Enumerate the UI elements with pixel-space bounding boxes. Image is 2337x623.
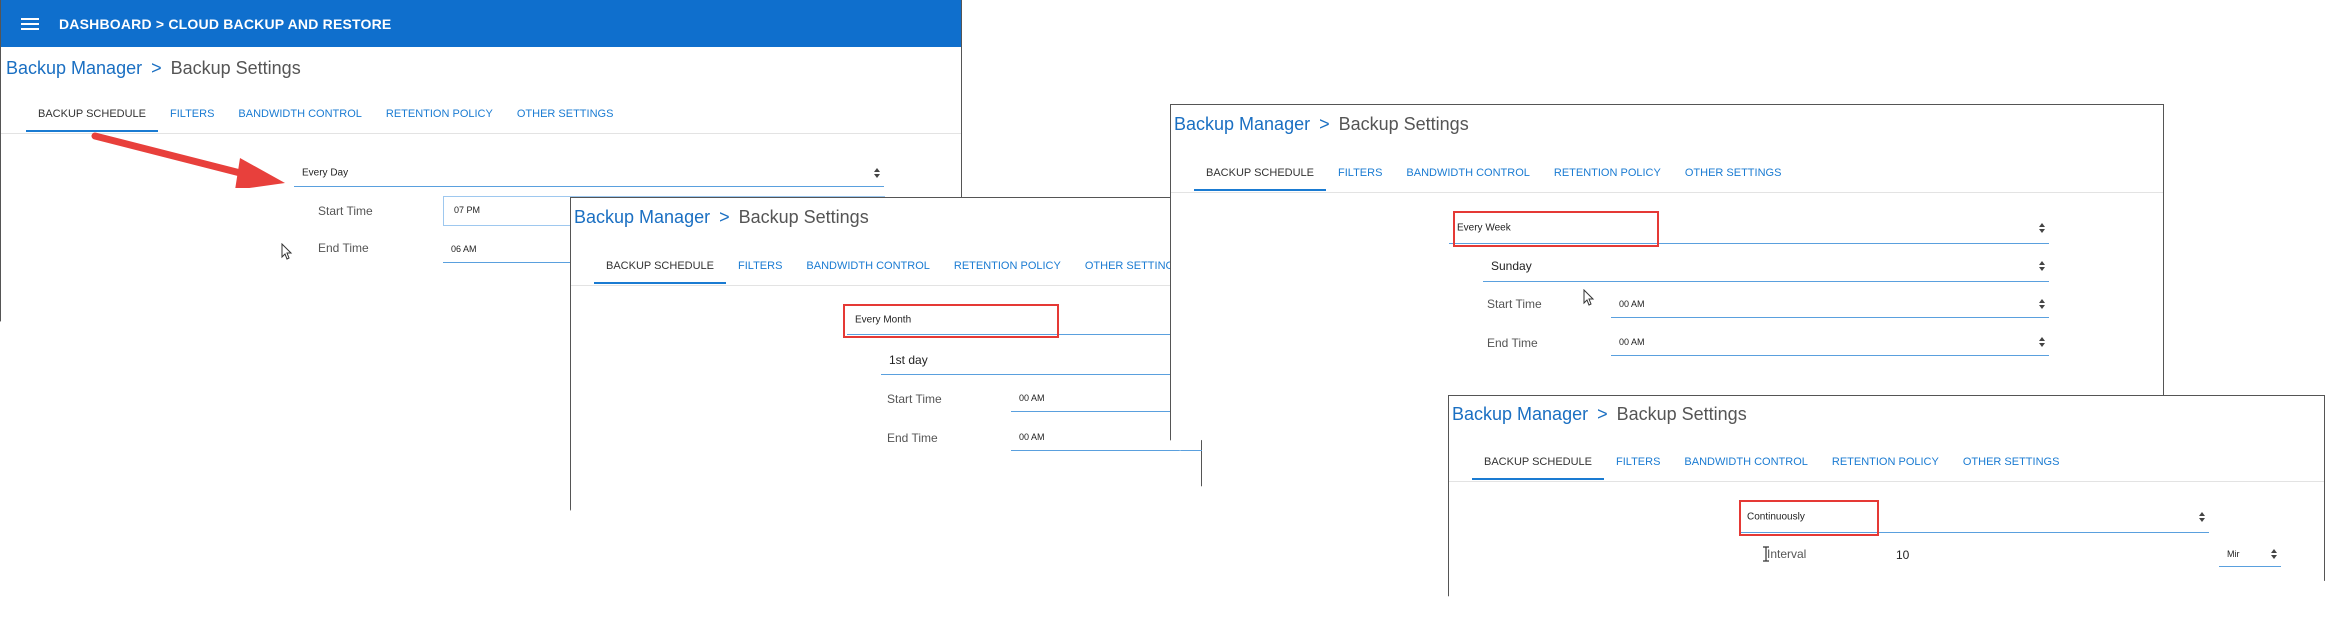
start-time-label: Start Time (887, 392, 942, 406)
breadcrumb-backup-manager[interactable]: Backup Manager (6, 58, 142, 78)
select-caret-icon (874, 168, 880, 178)
end-time-select[interactable]: 00 AM (1611, 329, 2049, 356)
breadcrumb-backup-manager[interactable]: Backup Manager (1174, 114, 1310, 134)
breadcrumb-separator: > (151, 58, 162, 78)
tab-backup-schedule[interactable]: BACKUP SCHEDULE (594, 254, 726, 284)
breadcrumb: Backup Manager > Backup Settings (6, 58, 301, 79)
tab-retention-policy[interactable]: RETENTION POLICY (1542, 161, 1673, 191)
panel-continuously: Backup Manager > Backup Settings BACKUP SC… (1448, 395, 2325, 611)
tab-other-settings[interactable]: OTHER SETTINGS (1673, 161, 1794, 191)
frequency-select[interactable]: Every Day (294, 160, 884, 187)
tab-retention-policy[interactable]: RETENTION POLICY (1820, 450, 1951, 480)
hamburger-icon[interactable] (21, 15, 39, 33)
mouse-cursor-icon (281, 243, 293, 260)
tab-filters[interactable]: FILTERS (1604, 450, 1672, 480)
breadcrumb: Backup Manager > Backup Settings (1174, 114, 1469, 135)
select-caret-icon (2039, 299, 2045, 309)
day-select[interactable]: Sunday (1483, 251, 2049, 282)
frequency-highlight (1453, 211, 1659, 247)
breadcrumb-separator: > (1319, 114, 1330, 134)
breadcrumb-backup-settings: Backup Settings (1616, 404, 1747, 424)
breadcrumb-backup-settings: Backup Settings (738, 207, 869, 227)
start-time-label: Start Time (318, 204, 373, 218)
tab-bandwidth-control[interactable]: BANDWIDTH CONTROL (1394, 161, 1541, 191)
tab-filters[interactable]: FILTERS (1326, 161, 1394, 191)
frequency-highlight (1739, 500, 1879, 536)
select-caret-icon (2271, 549, 2277, 559)
select-caret-icon (2039, 261, 2045, 271)
interval-label: Interval (1767, 547, 1807, 561)
start-time-label: Start Time (1487, 297, 1542, 311)
select-caret-icon (2039, 337, 2045, 347)
tabs-divider (571, 285, 1201, 286)
settings-tabs: BACKUP SCHEDULE FILTERS BANDWIDTH CONTRO… (1194, 161, 1793, 191)
day-select[interactable]: 1st day (881, 346, 1202, 375)
tab-other-settings[interactable]: OTHER SETTINGS (1951, 450, 2072, 480)
breadcrumb: Backup Manager > Backup Settings (1452, 404, 1747, 425)
tab-bandwidth-control[interactable]: BANDWIDTH CONTROL (794, 254, 941, 284)
settings-tabs: BACKUP SCHEDULE FILTERS BANDWIDTH CONTRO… (594, 254, 1193, 284)
frequency-highlight (843, 304, 1059, 338)
breadcrumb-separator: > (1597, 404, 1608, 424)
tabs-divider (1449, 481, 2324, 482)
interval-input[interactable]: 10 (1896, 548, 1909, 562)
end-time-label: End Time (318, 241, 369, 255)
tab-filters[interactable]: FILTERS (726, 254, 794, 284)
header-title: DASHBOARD > CLOUD BACKUP AND RESTORE (59, 15, 392, 32)
start-time-select[interactable]: 00 AM (1611, 291, 2049, 318)
breadcrumb-backup-manager[interactable]: Backup Manager (574, 207, 710, 227)
tab-bandwidth-control[interactable]: BANDWIDTH CONTROL (1672, 450, 1819, 480)
tab-backup-schedule[interactable]: BACKUP SCHEDULE (1472, 450, 1604, 480)
tabs-divider (1171, 192, 2163, 193)
breadcrumb: Backup Manager > Backup Settings (574, 207, 869, 228)
tab-retention-policy[interactable]: RETENTION POLICY (374, 102, 505, 132)
select-caret-icon (2039, 223, 2045, 233)
tab-retention-policy[interactable]: RETENTION POLICY (942, 254, 1073, 284)
tab-backup-schedule[interactable]: BACKUP SCHEDULE (1194, 161, 1326, 191)
mouse-cursor-icon (1583, 289, 1595, 306)
breadcrumb-backup-settings: Backup Settings (170, 58, 301, 78)
tab-other-settings[interactable]: OTHER SETTINGS (505, 102, 626, 132)
panel-every-month: Backup Manager > Backup Settings BACKUP SC… (570, 197, 1202, 533)
settings-tabs: BACKUP SCHEDULE FILTERS BANDWIDTH CONTRO… (1472, 450, 2071, 480)
app-header: DASHBOARD > CLOUD BACKUP AND RESTORE (1, 0, 961, 47)
breadcrumb-backup-manager[interactable]: Backup Manager (1452, 404, 1588, 424)
end-time-label: End Time (1487, 336, 1538, 350)
end-time-label: End Time (887, 431, 938, 445)
breadcrumb-backup-settings: Backup Settings (1338, 114, 1469, 134)
interval-unit-select[interactable]: Mir (2219, 542, 2281, 567)
breadcrumb-separator: > (719, 207, 730, 227)
select-caret-icon (2199, 512, 2205, 522)
red-arrow-icon (91, 132, 285, 188)
